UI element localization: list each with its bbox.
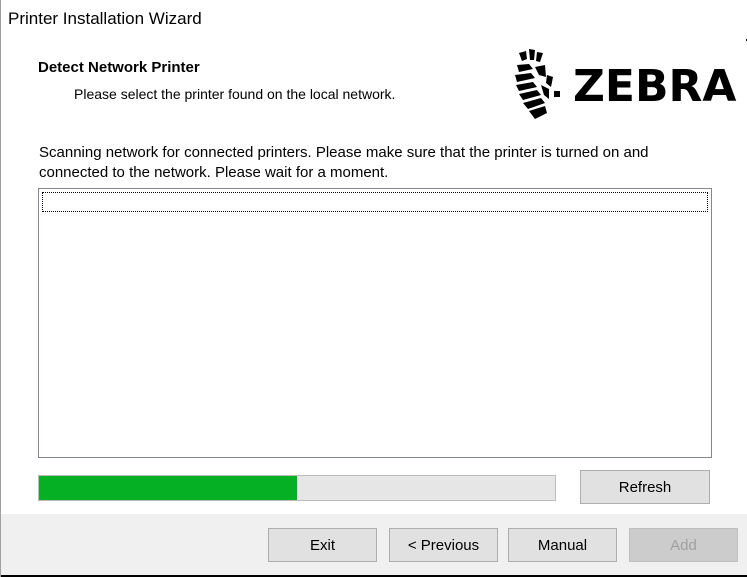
page-title: Detect Network Printer — [38, 59, 200, 76]
window-title: Printer Installation Wizard — [8, 9, 202, 28]
progress-fill — [39, 476, 297, 500]
wizard-window: Printer Installation Wizard Detect Netwo… — [0, 0, 747, 577]
zebra-logo: ZEBRA — [515, 49, 736, 119]
printer-list[interactable] — [38, 188, 712, 458]
zebra-head-icon — [515, 49, 560, 119]
refresh-button[interactable]: Refresh — [580, 470, 710, 504]
manual-button-label: Manual — [537, 536, 588, 554]
previous-button[interactable]: < Previous — [389, 528, 498, 562]
page-subtitle: Please select the printer found on the l… — [74, 86, 396, 102]
scan-description: Scanning network for connected printers.… — [39, 144, 649, 181]
manual-button[interactable]: Manual — [508, 528, 617, 562]
add-button-label: Add — [670, 536, 697, 554]
zebra-wordmark: ZEBRA — [573, 61, 736, 112]
previous-button-label: < Previous — [407, 536, 480, 554]
exit-button[interactable]: Exit — [268, 528, 377, 562]
button-footer: Exit < Previous Manual Add — [1, 514, 747, 577]
exit-button-label: Exit — [309, 536, 335, 554]
title-bar[interactable]: Printer Installation Wizard — [1, 0, 747, 40]
list-focus-row[interactable] — [42, 192, 708, 212]
scan-progress-bar — [38, 475, 556, 501]
refresh-button-label: Refresh — [618, 478, 672, 496]
add-button[interactable]: Add — [629, 528, 738, 562]
